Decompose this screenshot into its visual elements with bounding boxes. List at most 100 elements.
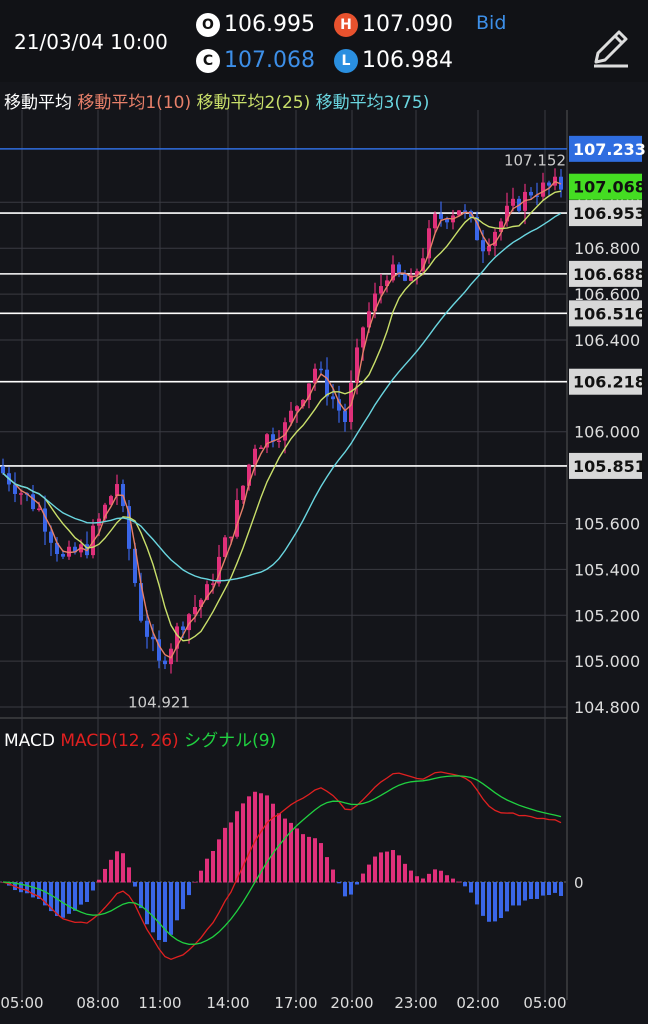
price-tick-label: 106.400 [574,331,640,350]
candle-body [193,607,197,615]
candle-body [145,620,149,637]
macd-histogram-bar [205,858,209,883]
macd-histogram-bar [217,839,221,883]
macd-histogram-bar [91,882,95,891]
macd-histogram-bar [499,882,503,919]
macd-histogram-bar [163,882,167,942]
candle-body [61,554,65,557]
candle-body [31,494,35,510]
macd-histogram-bar [79,882,83,905]
macd-legend[interactable]: MACD MACD(12, 26) シグナル(9) [4,726,276,751]
macd-histogram-bar [229,822,233,883]
time-tick-label: 20:00 [330,994,373,1012]
macd-histogram-bar [187,882,191,896]
macd-histogram-bar [181,882,185,910]
macd-histogram-bar [433,869,437,883]
macd-histogram-bar [457,881,461,883]
macd-histogram-bar [493,882,497,922]
time-tick-label: 02:00 [456,994,499,1012]
macd-histogram-bar [391,850,395,883]
macd-histogram-bar [475,882,479,905]
time-tick-label: 23:00 [394,994,437,1012]
macd-histogram-bar [469,882,473,893]
macd-histogram-bar [109,859,113,883]
macd-histogram-bar [67,882,71,914]
macd-histogram-bar [373,856,377,883]
macd-histogram-bar [319,843,323,883]
candle-body [319,368,323,371]
candle-body [49,531,53,543]
price-tick-label: 105.600 [574,515,640,534]
candle-body [19,493,23,495]
price-tick-label: 105.000 [574,652,640,671]
macd-histogram-bar [397,855,401,883]
macd-legend-title: MACD [4,731,55,751]
candle-body [379,286,383,294]
candle-body [259,447,263,449]
macd-histogram-bar [121,853,125,883]
macd-label: MACD(12, 26) [60,731,179,751]
macd-histogram-bar [103,868,107,883]
price-tag-label: 106.688 [573,265,646,284]
macd-histogram-bar [403,863,407,883]
macd-histogram-bar [73,882,77,911]
candle-body [37,508,41,510]
price-tick-label: 104.800 [574,698,640,717]
candle-body [439,213,443,219]
macd-histogram-bar [157,882,161,940]
candle-body [325,369,329,397]
signal-label: シグナル(9) [184,731,277,751]
ma-legend[interactable]: 移動平均 移動平均1(10) 移動平均2(25) 移動平均3(75) [4,88,429,113]
macd-histogram-bar [223,827,227,883]
price-tick-label: 106.000 [574,423,640,442]
time-tick-label: 05:00 [0,994,43,1012]
macd-histogram-bar [541,882,545,896]
price-tick-label: 105.200 [574,606,640,625]
macd-histogram-bar [481,882,485,916]
macd-histogram-bar [421,878,425,883]
macd-histogram-bar [151,882,155,933]
candle-body [295,406,299,411]
price-tag-label: 107.068 [573,178,646,197]
price-tick-label: 105.400 [574,560,640,579]
macd-histogram-bar [547,882,551,896]
time-tick-label: 17:00 [274,994,317,1012]
macd-histogram-bar [529,882,533,899]
macd-histogram-bar [355,882,359,885]
macd-histogram-bar [175,882,179,921]
macd-histogram-bar [271,803,275,883]
ma2-label: 移動平均2(25) [196,93,311,113]
candle-body [163,660,167,665]
macd-zero-label: 0 [574,874,584,892]
time-tick-label: 08:00 [76,994,119,1012]
macd-histogram-bar [415,876,419,883]
time-tick-label: 11:00 [138,994,181,1012]
price-tick-label: 106.800 [574,239,640,258]
chart-canvas[interactable]: 0 107.000106.800106.600106.400106.000105… [0,0,648,1024]
price-tag-label: 106.953 [573,204,646,223]
macd-histogram-bar [313,838,317,883]
macd-histogram-bar [169,882,173,935]
price-tag-label: 106.516 [573,304,646,323]
macd-histogram-bar [199,870,203,883]
macd-histogram-bar [385,851,389,883]
macd-histogram-bar [145,882,149,925]
macd-histogram-bar [307,836,311,883]
time-tick-label: 14:00 [206,994,249,1012]
macd-histogram-bar [265,795,269,883]
price-tag-label: 105.851 [573,457,646,476]
macd-histogram-bar [451,878,455,883]
candle-body [481,240,485,252]
macd-histogram-bar [301,834,305,883]
macd-histogram-bar [61,882,65,918]
time-tick-label: 05:00 [523,994,566,1012]
macd-histogram-bar [463,882,467,887]
macd-histogram-bar [295,828,299,883]
macd-histogram-bar [439,870,443,883]
extreme-annotation: 104.921 [128,693,190,711]
candle-body [151,636,155,640]
candle-body [529,191,533,196]
macd-histogram-bar [247,796,251,883]
candle-body [241,485,245,501]
macd-histogram-bar [505,882,509,912]
